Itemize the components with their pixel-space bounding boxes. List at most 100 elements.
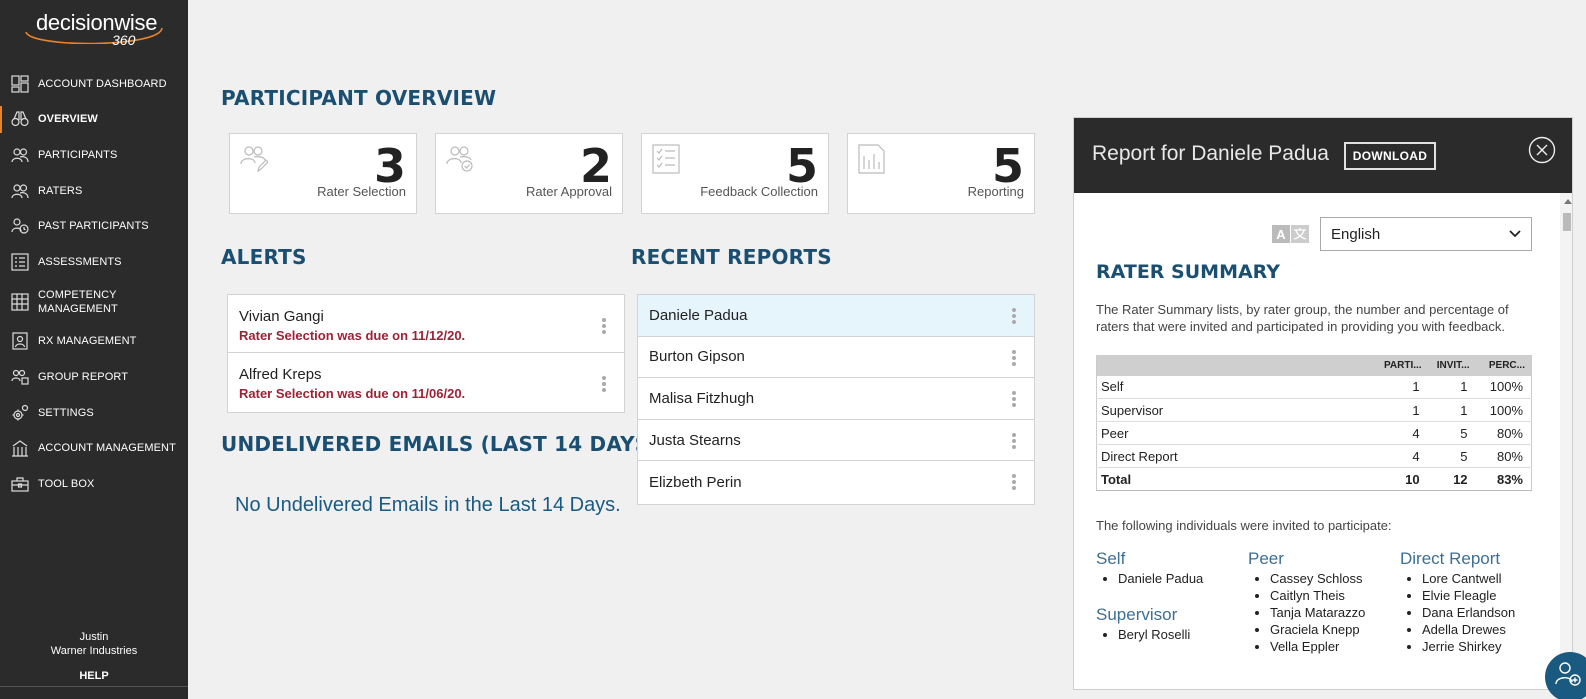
invite-group-title: Self	[1096, 549, 1126, 568]
rater-summary-description: The Rater Summary lists, by rater group,…	[1096, 302, 1509, 334]
people-clock-icon	[11, 217, 29, 235]
stat-card-reporting[interactable]: 5 Reporting	[847, 133, 1035, 214]
alert-item[interactable]: Vivian Gangi Rater Selection was due on …	[228, 295, 624, 353]
table-cell: 1	[1427, 375, 1476, 399]
table-cell: 5	[1427, 421, 1476, 445]
table-row: Supervisor 1 1 100%	[1096, 398, 1532, 422]
table-cell: Total	[1096, 467, 1368, 491]
participant-overview-title: PARTICIPANT OVERVIEW	[221, 86, 497, 110]
rater-summary-title: RATER SUMMARY	[1096, 261, 1281, 283]
invited-description: The following individuals were invited t…	[1096, 518, 1392, 533]
table-cell: 12	[1427, 467, 1476, 491]
invite-list: Beryl Roselli	[1096, 626, 1190, 643]
survey-icon	[652, 144, 680, 174]
list-item: Tanja Matarazzo	[1270, 604, 1365, 621]
people-icon	[11, 146, 29, 164]
recent-reports-list: Daniele Padua Burton Gipson Malisa Fitzh…	[637, 294, 1035, 505]
sidebar-item-label: ACCOUNT MANAGEMENT	[38, 442, 176, 455]
sidebar-item-competency-management[interactable]: COMPETENCY MANAGEMENT	[0, 280, 188, 324]
alert-participant-name: Alfred Kreps	[239, 366, 322, 383]
invite-group-peer: Peer Cassey Schloss Caitlyn Theis Tanja …	[1248, 548, 1365, 655]
report-item[interactable]: Malisa Fitzhugh	[638, 378, 1034, 420]
user-company: Warner Industries	[50, 645, 138, 657]
chevron-down-icon	[1509, 230, 1521, 238]
report-participant-name: Justa Stearns	[649, 431, 741, 449]
sidebar-item-participants[interactable]: PARTICIPANTS	[0, 137, 188, 173]
report-panel: Report for Daniele Padua DOWNLOAD A Engl…	[1073, 117, 1573, 690]
sidebar-item-label: OVERVIEW	[38, 113, 98, 126]
sidebar-item-past-participants[interactable]: PAST PARTICIPANTS	[0, 208, 188, 244]
more-options-icon[interactable]	[602, 376, 606, 392]
language-select[interactable]: English	[1320, 217, 1532, 251]
building-icon	[11, 439, 29, 457]
table-cell: Supervisor	[1096, 398, 1368, 422]
list-item: Dana Erlandson	[1422, 604, 1515, 621]
invite-group-title: Supervisor	[1096, 605, 1178, 624]
report-item[interactable]: Elizbeth Perin	[638, 461, 1034, 503]
report-participant-name: Burton Gipson	[649, 348, 745, 366]
report-panel-header: Report for Daniele Padua DOWNLOAD	[1074, 118, 1572, 193]
download-button[interactable]: DOWNLOAD	[1344, 142, 1436, 170]
report-panel-scrollbar[interactable]	[1560, 193, 1572, 689]
stat-card-rater-approval[interactable]: 2 Rater Approval	[435, 133, 623, 214]
alert-item[interactable]: Alfred Kreps Rater Selection was due on …	[228, 353, 624, 411]
list-item: Cassey Schloss	[1270, 570, 1365, 587]
sidebar-item-tool-box[interactable]: TOOL BOX	[0, 466, 188, 502]
checklist-icon	[11, 253, 29, 271]
sidebar-item-label: RX MANAGEMENT	[38, 335, 137, 348]
invite-group-direct-report: Direct Report Lore Cantwell Elvie Fleagl…	[1400, 548, 1515, 655]
bar-chart-icon	[858, 144, 886, 174]
report-item[interactable]: Justa Stearns	[638, 420, 1034, 462]
alert-participant-name: Vivian Gangi	[239, 308, 324, 325]
table-row: Self 1 1 100%	[1096, 375, 1532, 399]
table-header: INVIT...	[1427, 355, 1476, 376]
svg-text:A: A	[1276, 227, 1286, 242]
sidebar-item-label: GROUP REPORT	[38, 370, 129, 383]
sidebar-item-label: RATERS	[38, 184, 83, 197]
alerts-list: Vivian Gangi Rater Selection was due on …	[227, 294, 625, 413]
table-cell: Self	[1096, 375, 1368, 399]
report-item[interactable]: Burton Gipson	[638, 337, 1034, 379]
undelivered-emails-title: UNDELIVERED EMAILS (LAST 14 DAYS)	[221, 432, 659, 456]
add-participant-button[interactable]	[1545, 652, 1586, 699]
table-header: PARTI...	[1367, 355, 1428, 376]
sidebar-item-account-dashboard[interactable]: ACCOUNT DASHBOARD	[0, 66, 188, 102]
sidebar-item-assessments[interactable]: ASSESSMENTS	[0, 244, 188, 280]
close-icon[interactable]	[1528, 136, 1556, 164]
stat-card-rater-selection[interactable]: 3 Rater Selection	[229, 133, 417, 214]
more-options-icon[interactable]	[1012, 349, 1016, 366]
scroll-thumb[interactable]	[1563, 213, 1571, 231]
more-options-icon[interactable]	[1012, 432, 1016, 449]
report-panel-body: A English RATER SUMMARY The Rater Summar…	[1074, 193, 1560, 689]
brand-name: decisionwise	[36, 10, 158, 35]
sidebar-item-overview[interactable]: OVERVIEW	[0, 102, 188, 138]
more-options-icon[interactable]	[1012, 308, 1016, 324]
people-check-icon	[446, 144, 474, 174]
table-cell: Direct Report	[1096, 444, 1368, 468]
sidebar-divider	[0, 686, 188, 687]
invite-list: Cassey Schloss Caitlyn Theis Tanja Matar…	[1248, 570, 1365, 655]
scroll-up-icon[interactable]	[1564, 199, 1572, 204]
invite-list: Lore Cantwell Elvie Fleagle Dana Erlands…	[1400, 570, 1515, 655]
sidebar-item-account-management[interactable]: ACCOUNT MANAGEMENT	[0, 430, 188, 466]
rx-icon	[11, 332, 29, 350]
report-item[interactable]: Daniele Padua	[638, 295, 1034, 337]
stat-label: Feedback Collection	[700, 184, 818, 199]
sidebar-item-raters[interactable]: RATERS	[0, 173, 188, 209]
user-info[interactable]: Justin Warner Industries	[0, 630, 188, 658]
brand-sub: 360	[112, 32, 136, 48]
group-report-icon	[11, 368, 29, 386]
more-options-icon[interactable]	[1012, 474, 1016, 491]
brand-logo[interactable]: decisionwise 360	[20, 10, 168, 48]
sidebar-item-label: COMPETENCY MANAGEMENT	[38, 288, 118, 315]
sidebar-item-settings[interactable]: SETTINGS	[0, 395, 188, 431]
help-link[interactable]: HELP	[0, 670, 188, 682]
more-options-icon[interactable]	[1012, 391, 1016, 408]
stat-label: Rater Selection	[317, 184, 406, 199]
sidebar-item-group-report[interactable]: GROUP REPORT	[0, 359, 188, 395]
stat-card-feedback-collection[interactable]: 5 Feedback Collection	[641, 133, 829, 214]
more-options-icon[interactable]	[602, 318, 606, 334]
table-cell: 1	[1427, 398, 1476, 422]
sidebar-item-rx-management[interactable]: RX MANAGEMENT	[0, 324, 188, 360]
sidebar-nav: ACCOUNT DASHBOARD OVERVIEW PARTICIPANTS …	[0, 66, 188, 502]
